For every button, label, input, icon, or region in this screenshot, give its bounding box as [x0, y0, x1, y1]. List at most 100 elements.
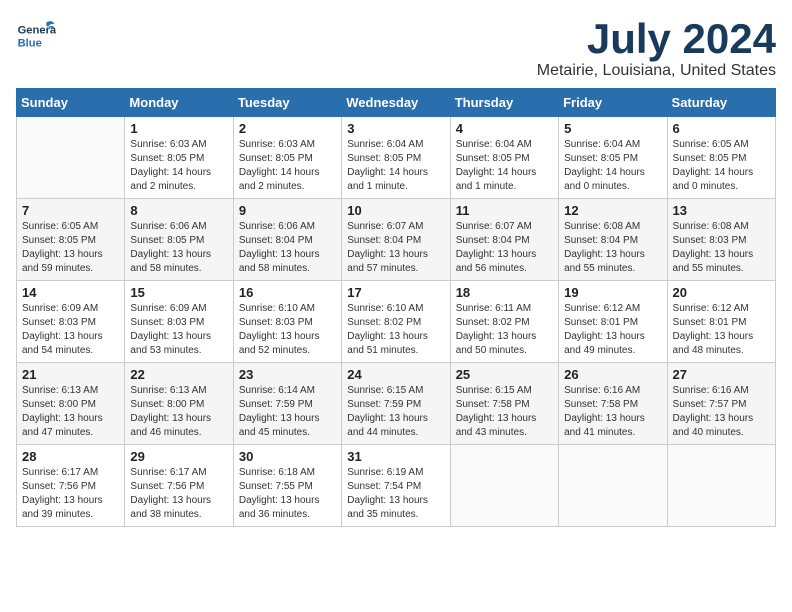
day-info: Sunrise: 6:10 AMSunset: 8:03 PMDaylight:…: [239, 302, 336, 358]
day-info: Sunrise: 6:12 AMSunset: 8:01 PMDaylight:…: [673, 302, 770, 358]
calendar-cell: 15 Sunrise: 6:09 AMSunset: 8:03 PMDayligh…: [125, 281, 233, 363]
day-number: 10: [347, 203, 444, 218]
calendar-cell: 18 Sunrise: 6:11 AMSunset: 8:02 PMDayligh…: [450, 281, 558, 363]
day-info: Sunrise: 6:19 AMSunset: 7:54 PMDaylight:…: [347, 466, 444, 522]
calendar-week-4: 21 Sunrise: 6:13 AMSunset: 8:00 PMDayligh…: [17, 363, 776, 445]
day-number: 7: [22, 203, 119, 218]
calendar-week-5: 28 Sunrise: 6:17 AMSunset: 7:56 PMDayligh…: [17, 445, 776, 527]
calendar-header-monday: Monday: [125, 89, 233, 117]
day-info: Sunrise: 6:16 AMSunset: 7:58 PMDaylight:…: [564, 384, 661, 440]
calendar-cell: 23Sunrise: 6:14 AMSunset: 7:59 PMDayligh…: [233, 363, 341, 445]
title-area: July 2024 Metairie, Louisiana, United St…: [537, 16, 776, 80]
day-info: Sunrise: 6:17 AMSunset: 7:56 PMDaylight:…: [22, 466, 119, 522]
calendar-week-2: 7Sunrise: 6:05 AMSunset: 8:05 PMDaylight…: [17, 199, 776, 281]
calendar-cell: 22 Sunrise: 6:13 AMSunset: 8:00 PMDayligh…: [125, 363, 233, 445]
day-info: Sunrise: 6:09 AMSunset: 8:03 PMDaylight:…: [130, 302, 227, 358]
day-number: 5: [564, 121, 661, 136]
calendar-header-sunday: Sunday: [17, 89, 125, 117]
calendar-cell: 1 Sunrise: 6:03 AMSunset: 8:05 PMDaylight…: [125, 117, 233, 199]
calendar-cell: 10 Sunrise: 6:07 AMSunset: 8:04 PMDayligh…: [342, 199, 450, 281]
day-info: Sunrise: 6:13 AMSunset: 8:00 PMDaylight:…: [130, 384, 227, 440]
day-number: 25: [456, 367, 553, 382]
calendar-cell: 20 Sunrise: 6:12 AMSunset: 8:01 PMDayligh…: [667, 281, 775, 363]
calendar-cell: 27Sunrise: 6:16 AMSunset: 7:57 PMDayligh…: [667, 363, 775, 445]
main-title: July 2024: [537, 16, 776, 62]
calendar-cell: 14 Sunrise: 6:09 AMSunset: 8:03 PMDayligh…: [17, 281, 125, 363]
calendar-cell: 6 Sunrise: 6:05 AMSunset: 8:05 PMDaylight…: [667, 117, 775, 199]
day-info: Sunrise: 6:05 AMSunset: 8:05 PMDaylight:…: [673, 138, 770, 194]
calendar-cell: [450, 445, 558, 527]
calendar-cell: 21 Sunrise: 6:13 AMSunset: 8:00 PMDayligh…: [17, 363, 125, 445]
calendar-cell: 3Sunrise: 6:04 AMSunset: 8:05 PMDaylight…: [342, 117, 450, 199]
calendar-cell: 5 Sunrise: 6:04 AMSunset: 8:05 PMDaylight…: [559, 117, 667, 199]
day-info: Sunrise: 6:06 AMSunset: 8:04 PMDaylight:…: [239, 220, 336, 276]
calendar-cell: 4 Sunrise: 6:04 AMSunset: 8:05 PMDaylight…: [450, 117, 558, 199]
calendar-week-3: 14 Sunrise: 6:09 AMSunset: 8:03 PMDayligh…: [17, 281, 776, 363]
day-number: 4: [456, 121, 553, 136]
calendar-cell: 9 Sunrise: 6:06 AMSunset: 8:04 PMDaylight…: [233, 199, 341, 281]
calendar-cell: [559, 445, 667, 527]
day-number: 8: [130, 203, 227, 218]
calendar-cell: 28 Sunrise: 6:17 AMSunset: 7:56 PMDayligh…: [17, 445, 125, 527]
day-info: Sunrise: 6:17 AMSunset: 7:56 PMDaylight:…: [130, 466, 227, 522]
day-number: 6: [673, 121, 770, 136]
day-number: 28: [22, 449, 119, 464]
day-number: 22: [130, 367, 227, 382]
day-number: 1: [130, 121, 227, 136]
day-number: 31: [347, 449, 444, 464]
day-number: 20: [673, 285, 770, 300]
calendar-header-tuesday: Tuesday: [233, 89, 341, 117]
day-number: 11: [456, 203, 553, 218]
day-number: 16: [239, 285, 336, 300]
day-info: Sunrise: 6:10 AMSunset: 8:02 PMDaylight:…: [347, 302, 444, 358]
calendar-cell: 25 Sunrise: 6:15 AMSunset: 7:58 PMDayligh…: [450, 363, 558, 445]
calendar-cell: 11 Sunrise: 6:07 AMSunset: 8:04 PMDayligh…: [450, 199, 558, 281]
calendar-cell: 16 Sunrise: 6:10 AMSunset: 8:03 PMDayligh…: [233, 281, 341, 363]
calendar-cell: 13Sunrise: 6:08 AMSunset: 8:03 PMDayligh…: [667, 199, 775, 281]
calendar-cell: 29 Sunrise: 6:17 AMSunset: 7:56 PMDayligh…: [125, 445, 233, 527]
day-info: Sunrise: 6:13 AMSunset: 8:00 PMDaylight:…: [22, 384, 119, 440]
calendar-cell: 2Sunrise: 6:03 AMSunset: 8:05 PMDaylight…: [233, 117, 341, 199]
day-info: Sunrise: 6:12 AMSunset: 8:01 PMDaylight:…: [564, 302, 661, 358]
day-info: Sunrise: 6:03 AMSunset: 8:05 PMDaylight:…: [130, 138, 227, 194]
calendar-header-wednesday: Wednesday: [342, 89, 450, 117]
svg-text:Blue: Blue: [18, 37, 42, 49]
day-info: Sunrise: 6:07 AMSunset: 8:04 PMDaylight:…: [456, 220, 553, 276]
day-number: 14: [22, 285, 119, 300]
day-number: 2: [239, 121, 336, 136]
day-number: 17: [347, 285, 444, 300]
day-number: 30: [239, 449, 336, 464]
day-info: Sunrise: 6:04 AMSunset: 8:05 PMDaylight:…: [564, 138, 661, 194]
day-number: 18: [456, 285, 553, 300]
calendar-header-thursday: Thursday: [450, 89, 558, 117]
day-number: 21: [22, 367, 119, 382]
calendar-week-1: 1 Sunrise: 6:03 AMSunset: 8:05 PMDaylight…: [17, 117, 776, 199]
day-info: Sunrise: 6:04 AMSunset: 8:05 PMDaylight:…: [456, 138, 553, 194]
day-number: 19: [564, 285, 661, 300]
day-info: Sunrise: 6:18 AMSunset: 7:55 PMDaylight:…: [239, 466, 336, 522]
day-number: 24: [347, 367, 444, 382]
day-info: Sunrise: 6:08 AMSunset: 8:04 PMDaylight:…: [564, 220, 661, 276]
calendar-header-row: SundayMondayTuesdayWednesdayThursdayFrid…: [17, 89, 776, 117]
calendar-cell: [667, 445, 775, 527]
calendar-header-friday: Friday: [559, 89, 667, 117]
day-info: Sunrise: 6:14 AMSunset: 7:59 PMDaylight:…: [239, 384, 336, 440]
day-info: Sunrise: 6:16 AMSunset: 7:57 PMDaylight:…: [673, 384, 770, 440]
calendar-cell: 26Sunrise: 6:16 AMSunset: 7:58 PMDayligh…: [559, 363, 667, 445]
calendar-cell: 19 Sunrise: 6:12 AMSunset: 8:01 PMDayligh…: [559, 281, 667, 363]
day-number: 15: [130, 285, 227, 300]
day-info: Sunrise: 6:04 AMSunset: 8:05 PMDaylight:…: [347, 138, 444, 194]
day-info: Sunrise: 6:09 AMSunset: 8:03 PMDaylight:…: [22, 302, 119, 358]
calendar-cell: 8 Sunrise: 6:06 AMSunset: 8:05 PMDaylight…: [125, 199, 233, 281]
day-info: Sunrise: 6:06 AMSunset: 8:05 PMDaylight:…: [130, 220, 227, 276]
day-info: Sunrise: 6:15 AMSunset: 7:58 PMDaylight:…: [456, 384, 553, 440]
day-number: 9: [239, 203, 336, 218]
logo: General Blue: [16, 16, 56, 56]
day-number: 29: [130, 449, 227, 464]
calendar-cell: 31 Sunrise: 6:19 AMSunset: 7:54 PMDayligh…: [342, 445, 450, 527]
logo-icon: General Blue: [16, 16, 56, 56]
day-info: Sunrise: 6:07 AMSunset: 8:04 PMDaylight:…: [347, 220, 444, 276]
calendar-cell: 7Sunrise: 6:05 AMSunset: 8:05 PMDaylight…: [17, 199, 125, 281]
calendar-cell: 30 Sunrise: 6:18 AMSunset: 7:55 PMDayligh…: [233, 445, 341, 527]
day-info: Sunrise: 6:11 AMSunset: 8:02 PMDaylight:…: [456, 302, 553, 358]
